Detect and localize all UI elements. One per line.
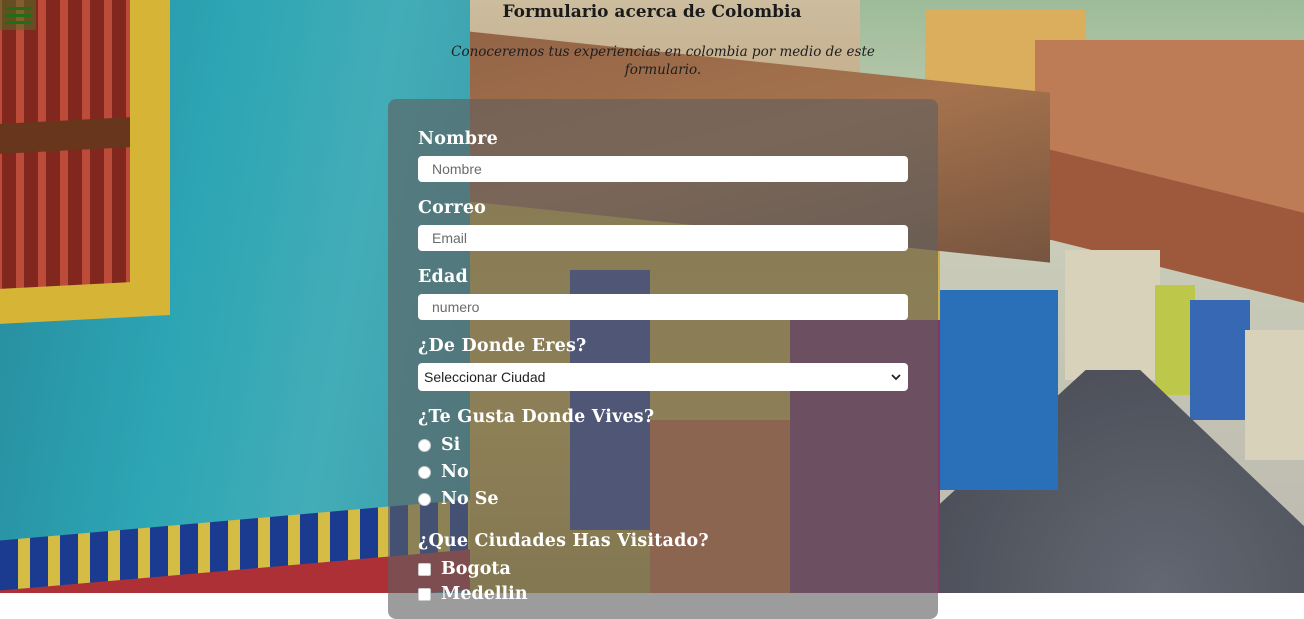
page-title: Formulario acerca de Colombia [502, 2, 802, 22]
ciudad-select-value: Seleccionar Ciudad [424, 369, 546, 385]
edad-input[interactable] [418, 294, 908, 320]
nombre-input[interactable] [418, 156, 908, 182]
radio-button[interactable] [418, 438, 431, 452]
correo-label: Correo [418, 198, 487, 218]
checkbox-option-medellin[interactable]: Medellin [418, 583, 528, 605]
page-subtitle: Conoceremos tus experiencias en colombia… [451, 44, 875, 78]
checkbox-label: Medellin [441, 584, 528, 604]
radio-option-no[interactable]: No [418, 461, 469, 483]
email-input[interactable] [418, 225, 908, 251]
checkbox-option-bogota[interactable]: Bogota [418, 558, 511, 580]
ciudad-select[interactable]: Seleccionar Ciudad [418, 363, 908, 391]
checkbox-label: Bogota [441, 559, 511, 579]
edad-label: Edad [418, 267, 468, 287]
radio-label: No Se [441, 489, 499, 509]
chevron-down-icon [891, 374, 901, 381]
radio-label: Si [441, 435, 461, 455]
nombre-label: Nombre [418, 129, 498, 149]
radio-label: No [441, 462, 469, 482]
checkbox[interactable] [418, 562, 431, 576]
origen-label: ¿De Donde Eres? [418, 336, 587, 356]
radio-option-nose[interactable]: No Se [418, 488, 499, 510]
radio-option-si[interactable]: Si [418, 434, 460, 456]
checkbox[interactable] [418, 587, 431, 601]
gusta-label: ¿Te Gusta Donde Vives? [418, 407, 655, 427]
radio-button[interactable] [418, 492, 431, 506]
radio-button[interactable] [418, 465, 431, 479]
ciudades-label: ¿Que Ciudades Has Visitado? [418, 531, 709, 551]
